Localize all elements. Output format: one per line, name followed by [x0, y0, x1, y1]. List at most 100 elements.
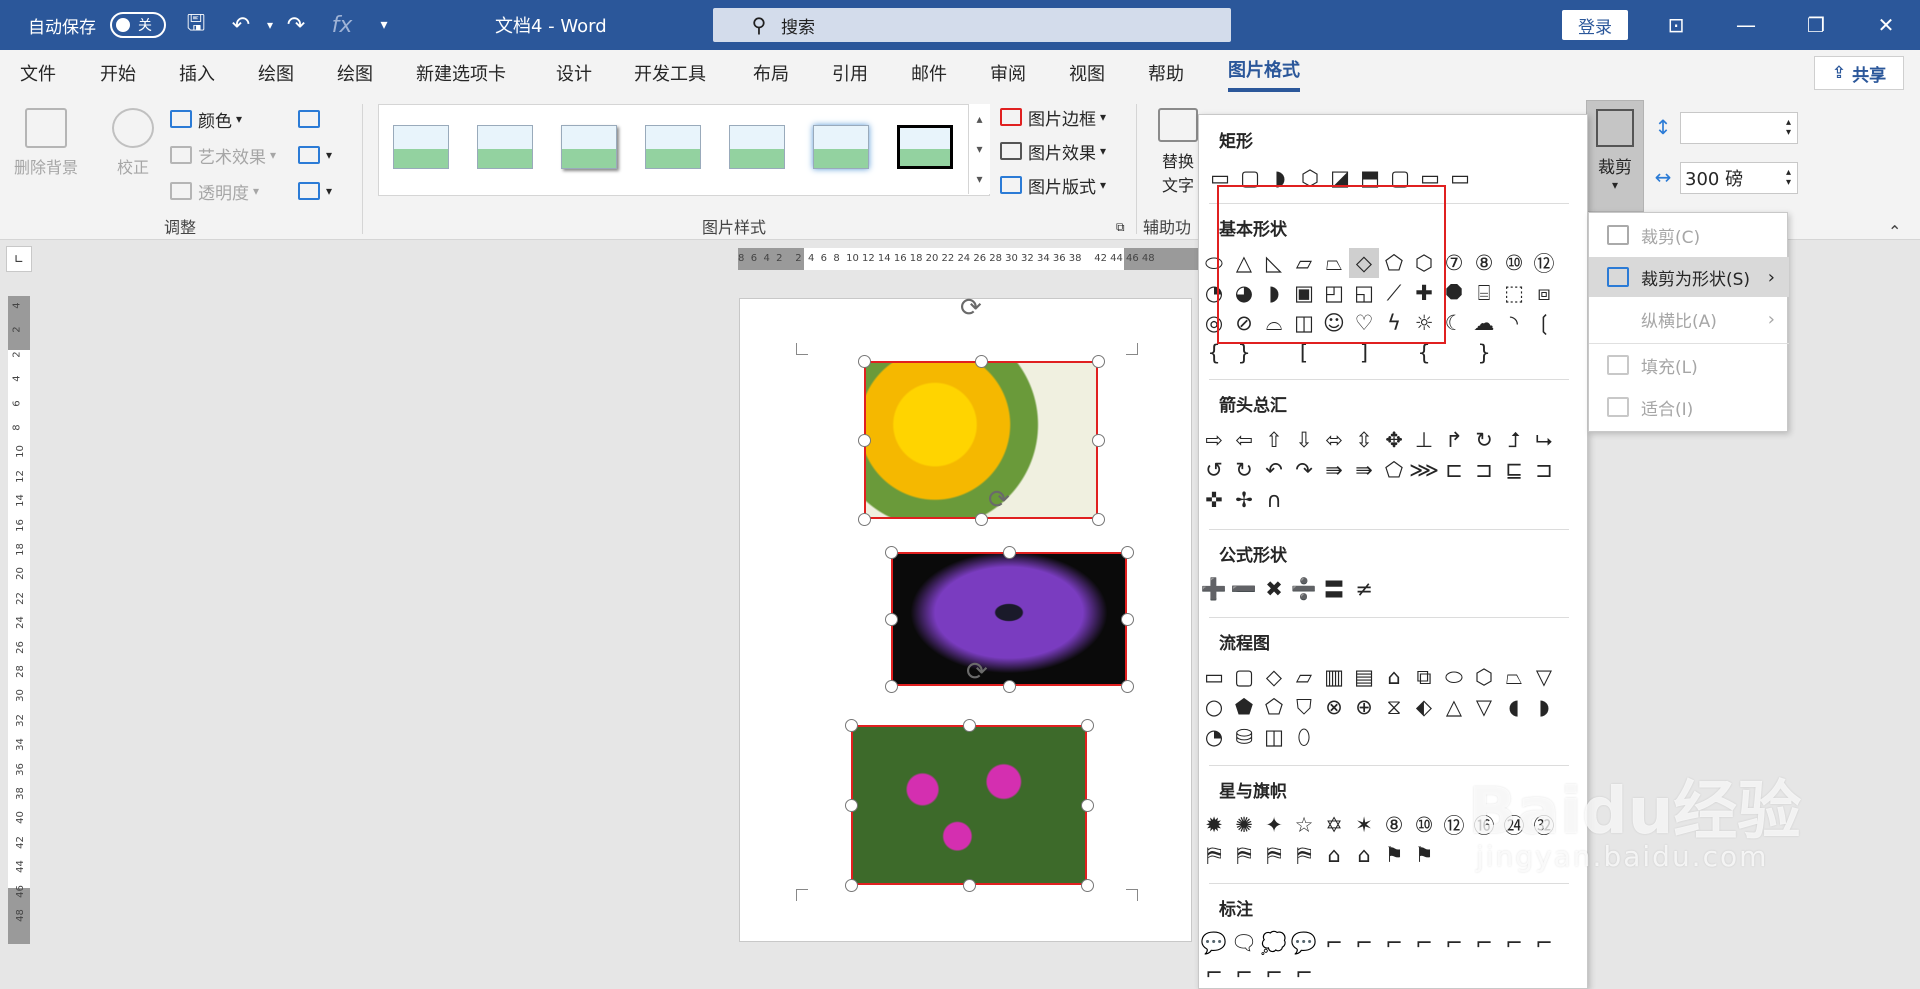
shape-option[interactable]: ○ [1199, 692, 1229, 722]
artistic-effects-button[interactable]: 艺术效果 ▾ [170, 140, 276, 170]
resize-handle[interactable] [885, 546, 898, 559]
resize-handle[interactable] [975, 513, 988, 526]
search-box[interactable]: ⚲ 搜索 [713, 8, 1231, 42]
resize-handle[interactable] [1092, 513, 1105, 526]
shape-option[interactable]: ⇦ [1229, 425, 1259, 455]
ribbon-display-icon[interactable]: ⊡ [1648, 0, 1704, 50]
shape-option[interactable]: △ [1439, 692, 1469, 722]
shape-option[interactable]: ⑧ [1379, 810, 1409, 840]
rotate-handle-icon[interactable]: ⟳ [960, 293, 982, 323]
tab-new-tab[interactable]: 新建选项卡 [416, 50, 506, 96]
shape-option[interactable]: ▽ [1529, 662, 1559, 692]
shape-option[interactable]: ⌐ [1529, 928, 1559, 958]
tab-developer[interactable]: 开发工具 [634, 50, 706, 96]
shape-option[interactable]: ⬠ [1259, 692, 1289, 722]
shape-option[interactable]: ⬭ [1439, 662, 1469, 692]
tab-picture-format[interactable]: 图片格式 [1228, 50, 1300, 92]
shape-option[interactable]: ⇨ [1199, 425, 1229, 455]
shape-option[interactable]: ⚑ [1409, 840, 1439, 870]
shape-option[interactable]: ✖ [1259, 574, 1289, 604]
shape-option[interactable]: ◗ [1529, 692, 1559, 722]
shape-option[interactable]: ⌐ [1259, 958, 1289, 988]
resize-handle[interactable] [1081, 879, 1094, 892]
resize-handle[interactable] [845, 719, 858, 732]
purple-flower-image[interactable] [891, 552, 1127, 686]
picture-border-button[interactable]: 图片边框 ▾ [1000, 102, 1106, 132]
resize-handle[interactable] [1003, 680, 1016, 693]
shape-option[interactable]: ⌂ [1319, 840, 1349, 870]
shape-option[interactable]: ⌐ [1439, 928, 1469, 958]
shape-option[interactable]: ↶ [1259, 455, 1289, 485]
change-picture-button[interactable]: ▾ [298, 140, 332, 170]
shape-option[interactable]: ⬠ [1379, 455, 1409, 485]
shape-option[interactable]: ⊐ [1469, 455, 1499, 485]
shape-option[interactable]: ◔ [1199, 722, 1229, 752]
minimize-icon[interactable]: — [1718, 0, 1774, 50]
shape-option[interactable]: ⇛ [1349, 455, 1379, 485]
tab-file[interactable]: 文件 [20, 50, 56, 96]
picture-style-thumb[interactable] [729, 125, 785, 169]
shape-option[interactable]: ⇩ [1289, 425, 1319, 455]
resize-handle[interactable] [1121, 680, 1134, 693]
shape-option[interactable]: ➖ [1229, 574, 1259, 604]
tab-mailings[interactable]: 邮件 [911, 50, 947, 96]
redo-icon[interactable]: ↷ [280, 0, 312, 50]
transparency-button[interactable]: 透明度 ▾ [170, 176, 259, 206]
shape-option[interactable]: ☆ [1289, 810, 1319, 840]
shape-option[interactable]: ⛿ [1259, 840, 1289, 870]
crop-button[interactable]: 裁剪 ▾ [1586, 100, 1644, 212]
menu-item-crop-to-shape[interactable]: 裁剪为形状(S) › [1589, 257, 1789, 297]
shape-option[interactable]: ⬚ [1499, 278, 1529, 308]
shape-option[interactable]: ◖ [1499, 692, 1529, 722]
shape-option[interactable]: ⮡ [1529, 425, 1559, 455]
shape-option[interactable]: ▢ [1229, 662, 1259, 692]
shape-option[interactable]: ⇳ [1349, 425, 1379, 455]
shape-option[interactable]: ⛿ [1289, 840, 1319, 870]
menu-item-crop[interactable]: 裁剪(C) [1589, 215, 1789, 255]
shape-option[interactable]: ⋙ [1409, 455, 1439, 485]
resize-handle[interactable] [1081, 799, 1094, 812]
shape-option[interactable]: 💬 [1199, 928, 1229, 958]
customize-qat-icon[interactable]: ▾ [368, 0, 400, 50]
width-field[interactable]: 300 磅 ▴ ▾ [1680, 162, 1798, 194]
shape-option[interactable]: ⌐ [1469, 928, 1499, 958]
menu-item-fit[interactable]: 适合(I) [1589, 387, 1789, 427]
shape-option[interactable]: ⏢ [1499, 662, 1529, 692]
resize-handle[interactable] [885, 613, 898, 626]
picture-style-thumb[interactable] [393, 125, 449, 169]
color-button[interactable]: 颜色 ▾ [170, 104, 242, 134]
shape-option[interactable]: ⌸ [1469, 278, 1499, 308]
picture-style-thumb[interactable] [477, 125, 533, 169]
shape-option[interactable]: ⌐ [1289, 958, 1319, 988]
menu-item-aspect-ratio[interactable]: 纵横比(A) › [1589, 299, 1789, 339]
shape-option[interactable]: ✹ [1199, 810, 1229, 840]
shape-option[interactable]: ▭ [1199, 662, 1229, 692]
rotate-handle-icon[interactable]: ⟳ [988, 485, 1010, 515]
shape-option[interactable]: ▱ [1289, 662, 1319, 692]
shape-option[interactable]: ⬟ [1229, 692, 1259, 722]
shape-option[interactable]: ▭ [1445, 163, 1475, 193]
resize-handle[interactable] [858, 513, 871, 526]
login-button[interactable]: 登录 [1562, 10, 1628, 40]
shape-option[interactable]: ↻ [1469, 425, 1499, 455]
shape-option[interactable]: ⌐ [1499, 928, 1529, 958]
restore-icon[interactable]: ❐ [1788, 0, 1844, 50]
shape-option[interactable]: ▥ [1319, 662, 1349, 692]
tab-stop-selector[interactable]: ∟ [6, 246, 32, 272]
share-button[interactable]: ⇪ 共享 [1814, 56, 1904, 90]
yellow-roses-image[interactable] [864, 361, 1098, 519]
shape-option[interactable]: ⊕ [1349, 692, 1379, 722]
shape-option[interactable]: ⌐ [1379, 928, 1409, 958]
shape-option[interactable]: 💭 [1259, 928, 1289, 958]
shape-option[interactable]: ⧖ [1379, 692, 1409, 722]
shape-option[interactable]: ⧉ [1409, 662, 1439, 692]
shape-option[interactable]: ✦ [1259, 810, 1289, 840]
resize-handle[interactable] [963, 719, 976, 732]
shape-option[interactable]: ▤ [1349, 662, 1379, 692]
resize-handle[interactable] [858, 434, 871, 447]
shape-option[interactable]: ⛉ [1289, 692, 1319, 722]
shape-option[interactable]: ✺ [1229, 810, 1259, 840]
picture-style-thumb[interactable] [897, 125, 953, 169]
gallery-scroll-up[interactable]: ▴ [968, 104, 990, 134]
shape-option[interactable]: 🗨 [1229, 928, 1259, 958]
